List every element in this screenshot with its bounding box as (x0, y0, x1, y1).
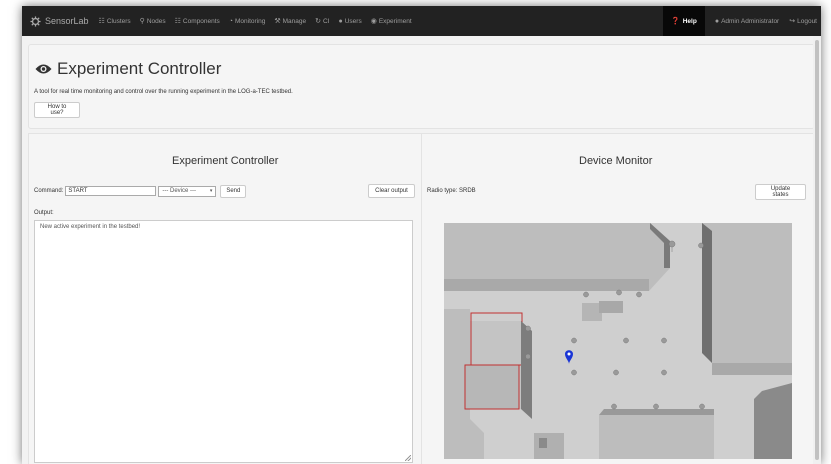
building-shadow (599, 409, 714, 415)
nav-experiment[interactable]: ◉ Experiment (371, 18, 412, 25)
main-panels: Experiment Controller Command: START ---… (28, 133, 815, 464)
highlighted-building (464, 364, 520, 410)
grid-icon: ☷ (174, 17, 181, 25)
nav-label: Users (344, 17, 362, 25)
nav-manage[interactable]: ⚒ Manage (274, 18, 306, 25)
how-to-use-button[interactable]: How to use? (34, 102, 80, 118)
map-marker-icon (699, 403, 705, 410)
building (539, 438, 547, 448)
nav-label: Nodes (146, 17, 166, 25)
building-roof-edge (444, 279, 649, 291)
building (702, 223, 792, 375)
map-marker-icon (613, 369, 619, 376)
nav-users[interactable]: ● Users (339, 18, 362, 25)
vertical-scrollbar[interactable] (813, 36, 821, 464)
browser-window: SensorLab ☷ Clusters ⚲ Nodes ☷ Components ◔… (22, 6, 821, 464)
nav-clusters[interactable]: ☷ Clusters (99, 18, 131, 25)
top-navbar: SensorLab ☷ Clusters ⚲ Nodes ☷ Components ◔… (22, 6, 821, 36)
radio-type: Radio type: SRDB (427, 188, 476, 194)
wrench-icon: ⚒ (274, 17, 281, 25)
device-map[interactable] (444, 223, 792, 459)
user-icon: ● (714, 17, 720, 25)
output-textarea[interactable]: New active experiment in the testbed! (34, 220, 413, 463)
logout-label: Logout (797, 17, 817, 25)
nav-label: CI (323, 17, 330, 25)
dashboard-icon: ◔ (228, 17, 233, 25)
map-marker-icon (623, 337, 629, 344)
nav-label: Monitoring (234, 17, 266, 25)
nav-ci[interactable]: ↻ CI (315, 18, 329, 25)
map-marker-icon (653, 403, 659, 410)
map-marker-icon (525, 353, 531, 360)
device-select-value: --- Device --- (162, 188, 197, 194)
output-label: Output: (34, 210, 54, 216)
map-marker-icon (571, 369, 577, 376)
building (754, 383, 792, 459)
grid-icon: ☷ (98, 17, 105, 25)
gear-icon (30, 15, 41, 27)
building-roof-edge (712, 363, 792, 375)
panel-divider (421, 134, 422, 464)
admin-label: Admin Administrator (721, 17, 780, 25)
nav-components[interactable]: ☷ Components (175, 18, 220, 25)
user-icon: ● (338, 17, 343, 25)
send-button[interactable]: Send (220, 184, 247, 198)
nav-help[interactable]: ❓ Help (663, 6, 705, 36)
building (599, 415, 714, 459)
nav-monitoring[interactable]: ◔ Monitoring (229, 18, 266, 25)
eye-icon: ◉ (370, 17, 377, 25)
nav-logout[interactable]: ↪ Logout (789, 18, 817, 25)
logout-icon: ↪ (789, 17, 796, 25)
map-marker-icon (636, 291, 642, 298)
monitor-title: Device Monitor (579, 155, 653, 167)
command-input[interactable]: START (65, 186, 157, 196)
scrollbar-thumb[interactable] (815, 40, 819, 460)
eye-icon (35, 64, 52, 74)
nav-nodes[interactable]: ⚲ Nodes (140, 18, 166, 25)
clear-output-button[interactable]: Clear output (368, 184, 415, 198)
chevron-down-icon: ▾ (209, 188, 213, 194)
map-canvas (444, 223, 792, 459)
nav-admin[interactable]: ● Admin Administrator (715, 18, 779, 25)
update-states-button[interactable]: Update states (755, 184, 806, 200)
nav-label: Components (182, 17, 220, 25)
map-marker-icon (661, 337, 667, 344)
marker-dot (567, 352, 571, 356)
map-marker-icon (611, 403, 617, 410)
page-title: Experiment Controller (35, 59, 221, 79)
nav-label: Manage (282, 17, 307, 25)
map-marker-icon: ⚲ (139, 17, 145, 25)
command-value: START (68, 188, 88, 194)
building (534, 433, 564, 459)
building-shadow (521, 321, 532, 419)
device-select[interactable]: --- Device --- ▾ (158, 185, 217, 197)
brand-name: SensorLab (45, 16, 89, 26)
question-circle-icon: ❓ (671, 17, 680, 25)
controller-title: Experiment Controller (172, 155, 279, 167)
nav-label: Clusters (106, 17, 131, 25)
building (599, 301, 623, 313)
map-marker-icon (661, 369, 667, 376)
output-text: New active experiment in the testbed! (40, 224, 141, 230)
nav-right: ❓ Help ● Admin Administrator ↪ Logout (663, 6, 821, 36)
help-label: Help (682, 17, 697, 25)
refresh-icon: ↻ (315, 17, 321, 25)
map-marker-icon (583, 291, 589, 298)
nav-label: Experiment (378, 17, 412, 25)
page-subtitle: A tool for real time monitoring and cont… (34, 89, 293, 95)
command-row: Command: START --- Device --- ▾ Send (34, 184, 247, 198)
command-label: Command: (34, 188, 64, 194)
resize-grip-icon[interactable] (405, 455, 411, 461)
map-marker-icon (616, 289, 622, 296)
map-marker-icon (571, 337, 577, 344)
header-panel: Experiment Controller A tool for real ti… (28, 44, 815, 129)
map-marker-icon (698, 242, 704, 249)
page-title-text: Experiment Controller (57, 59, 222, 78)
building-shadow (702, 223, 712, 363)
brand[interactable]: SensorLab (22, 15, 89, 27)
map-marker-icon (525, 325, 531, 332)
